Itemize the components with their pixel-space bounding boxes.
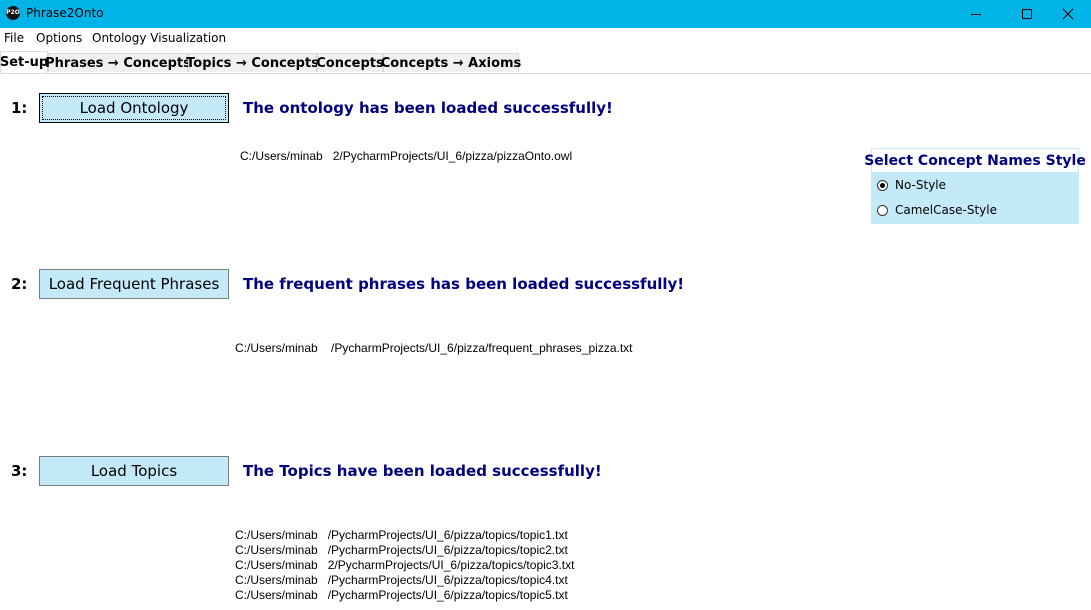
tab-setup[interactable]: Set-up bbox=[0, 51, 48, 73]
maximize-button[interactable] bbox=[1004, 0, 1050, 28]
topic-path: C:/Users/minab /PycharmProjects/UI_6/piz… bbox=[235, 588, 568, 602]
title-bar[interactable]: P2O Phrase2Onto bbox=[0, 0, 1091, 28]
topics-status: The Topics have been loaded successfully… bbox=[243, 462, 602, 480]
close-button[interactable] bbox=[1045, 0, 1091, 28]
concept-style-title: Select Concept Names Style bbox=[864, 148, 1086, 173]
minimize-button[interactable] bbox=[953, 0, 999, 28]
radio-camelcase-style[interactable]: CamelCase-Style bbox=[877, 201, 997, 219]
ontology-path: C:/Users/minab 2/PycharmProjects/UI_6/pi… bbox=[240, 149, 573, 163]
topic-path: C:/Users/minab 2/PycharmProjects/UI_6/pi… bbox=[235, 558, 575, 572]
step-1-number: 1: bbox=[11, 99, 28, 117]
radio-unchecked-icon[interactable] bbox=[877, 204, 888, 216]
ontology-status: The ontology has been loaded successfull… bbox=[243, 99, 613, 117]
step-3-number: 3: bbox=[11, 462, 28, 480]
tab-concepts[interactable]: Concepts bbox=[316, 53, 384, 72]
radio-checked-icon[interactable] bbox=[877, 179, 888, 191]
maximize-icon bbox=[1022, 9, 1032, 19]
load-topics-button[interactable]: Load Topics bbox=[39, 456, 229, 486]
tab-strip: Set-up Phrases → Concepts Topics → Conce… bbox=[0, 51, 1091, 74]
menu-file[interactable]: File bbox=[4, 31, 24, 45]
app-logo-icon: P2O bbox=[6, 6, 20, 20]
phrases-path: C:/Users/minab /PycharmProjects/UI_6/piz… bbox=[235, 341, 633, 355]
tab-topics-concepts[interactable]: Topics → Concepts bbox=[186, 53, 319, 72]
menu-options[interactable]: Options bbox=[36, 31, 82, 45]
minimize-icon bbox=[971, 14, 981, 15]
step-2-number: 2: bbox=[11, 275, 28, 293]
close-icon bbox=[1062, 8, 1074, 20]
menu-bar: File Options Ontology Visualization bbox=[0, 28, 1091, 48]
radio-camelcase-style-label: CamelCase-Style bbox=[895, 203, 997, 217]
topic-path: C:/Users/minab /PycharmProjects/UI_6/piz… bbox=[235, 528, 568, 542]
phrases-status: The frequent phrases has been loaded suc… bbox=[243, 275, 685, 293]
topic-path: C:/Users/minab /PycharmProjects/UI_6/piz… bbox=[235, 573, 568, 587]
radio-no-style-label: No-Style bbox=[895, 178, 947, 192]
load-ontology-button[interactable]: Load Ontology bbox=[39, 93, 229, 123]
tab-concepts-axioms[interactable]: Concepts → Axioms bbox=[381, 53, 521, 72]
window-title: Phrase2Onto bbox=[26, 6, 104, 20]
tab-phrases-concepts[interactable]: Phrases → Concepts bbox=[45, 53, 191, 72]
topic-path: C:/Users/minab /PycharmProjects/UI_6/piz… bbox=[235, 543, 568, 557]
radio-no-style[interactable]: No-Style bbox=[877, 176, 946, 194]
load-frequent-phrases-button[interactable]: Load Frequent Phrases bbox=[39, 269, 229, 299]
concept-style-panel: Select Concept Names Style No-Style Came… bbox=[864, 148, 1086, 224]
menu-ontology-visualization[interactable]: Ontology Visualization bbox=[92, 31, 226, 45]
topics-path-list: C:/Users/minab /PycharmProjects/UI_6/piz… bbox=[235, 528, 574, 603]
